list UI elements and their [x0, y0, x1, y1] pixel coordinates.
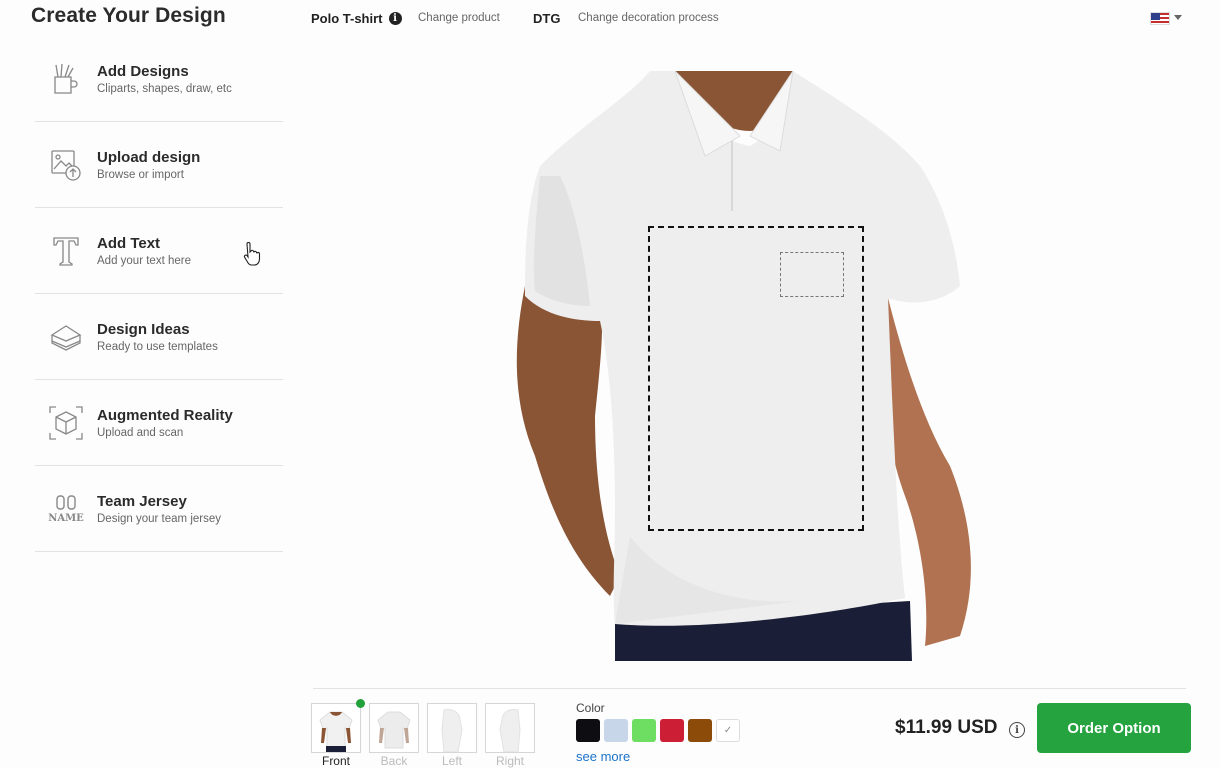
chevron-down-icon[interactable]: [1174, 15, 1182, 20]
product-selector: Polo T-shirt i: [311, 11, 402, 26]
text-t-icon: [35, 233, 97, 269]
color-swatches: ✓: [576, 719, 740, 742]
us-flag-icon[interactable]: [1150, 12, 1170, 25]
sidebar-item-subtitle: Cliparts, shapes, draw, etc: [97, 82, 232, 95]
sidebar-item-title: Add Text: [97, 234, 161, 252]
sidebar-item-subtitle: Upload and scan: [97, 426, 184, 439]
order-option-button[interactable]: Order Option: [1037, 703, 1191, 753]
back-thumbnail[interactable]: [369, 703, 419, 753]
sidebar-item-add-designs[interactable]: Add Designs Cliparts, shapes, draw, etc: [35, 36, 283, 122]
view-left[interactable]: Left: [427, 703, 477, 768]
page-title: Create Your Design: [31, 4, 226, 27]
sidebar-item-subtitle: Ready to use templates: [97, 340, 218, 353]
tool-sidebar: Add Designs Cliparts, shapes, draw, etc …: [35, 36, 283, 552]
view-label: Front: [321, 754, 350, 768]
see-more-colors-link[interactable]: see more: [576, 749, 630, 764]
view-label: Left: [441, 754, 462, 768]
view-selector: Front Back Left Right: [311, 699, 535, 768]
color-swatch-brown[interactable]: [688, 719, 712, 742]
hand-cursor-icon: [243, 242, 261, 266]
view-back[interactable]: Back: [369, 703, 419, 768]
price: $11.99 USD: [895, 717, 998, 738]
price-info-icon[interactable]: i: [1009, 722, 1025, 738]
sidebar-item-upload-design[interactable]: Upload design Browse or import: [35, 122, 283, 208]
sidebar-item-augmented-reality[interactable]: Augmented Reality Upload and scan: [35, 380, 283, 466]
color-swatch-black[interactable]: [576, 719, 600, 742]
info-icon[interactable]: i: [388, 12, 402, 25]
jersey-name-text: NAME: [48, 513, 84, 524]
sidebar-item-title: Add Designs: [97, 62, 189, 80]
templates-icon: [35, 319, 97, 355]
color-swatch-green[interactable]: [632, 719, 656, 742]
active-view-indicator: [356, 699, 365, 708]
selected-check-icon[interactable]: ✓: [716, 719, 740, 742]
color-swatch-red[interactable]: [660, 719, 684, 742]
pencil-cup-icon: [35, 61, 97, 97]
product-name: Polo T-shirt: [311, 11, 383, 26]
sidebar-item-title: Team Jersey: [97, 492, 187, 510]
sidebar-item-add-text[interactable]: Add Text Add your text here: [35, 208, 283, 294]
sidebar-item-title: Upload design: [97, 148, 201, 166]
sidebar-item-title: Augmented Reality: [97, 406, 233, 424]
decoration-process: DTG: [533, 11, 561, 26]
ar-cube-icon: [35, 405, 97, 441]
bottom-divider: [313, 688, 1186, 689]
right-thumbnail[interactable]: [485, 703, 535, 753]
sidebar-item-subtitle: Browse or import: [97, 168, 184, 181]
change-process-link[interactable]: Change decoration process: [578, 12, 719, 24]
pocket-print-area[interactable]: [780, 252, 844, 297]
view-label: Back: [380, 754, 408, 768]
color-swatch-light-blue[interactable]: [604, 719, 628, 742]
sidebar-item-design-ideas[interactable]: Design Ideas Ready to use templates: [35, 294, 283, 380]
upload-image-icon: [35, 147, 97, 183]
view-label: Right: [495, 754, 524, 768]
design-canvas[interactable]: [300, 36, 1205, 676]
sidebar-item-team-jersey[interactable]: NAME Team Jersey Design your team jersey: [35, 466, 283, 552]
jersey-number-icon: NAME: [35, 491, 97, 527]
color-label: Color: [576, 701, 605, 715]
view-front[interactable]: Front: [311, 699, 365, 768]
front-thumbnail[interactable]: [311, 703, 361, 753]
view-right[interactable]: Right: [485, 703, 535, 768]
left-thumbnail[interactable]: [427, 703, 477, 753]
sidebar-item-subtitle: Design your team jersey: [97, 512, 221, 525]
sidebar-item-subtitle: Add your text here: [97, 254, 191, 267]
change-product-link[interactable]: Change product: [418, 12, 500, 24]
sidebar-item-title: Design Ideas: [97, 320, 190, 338]
